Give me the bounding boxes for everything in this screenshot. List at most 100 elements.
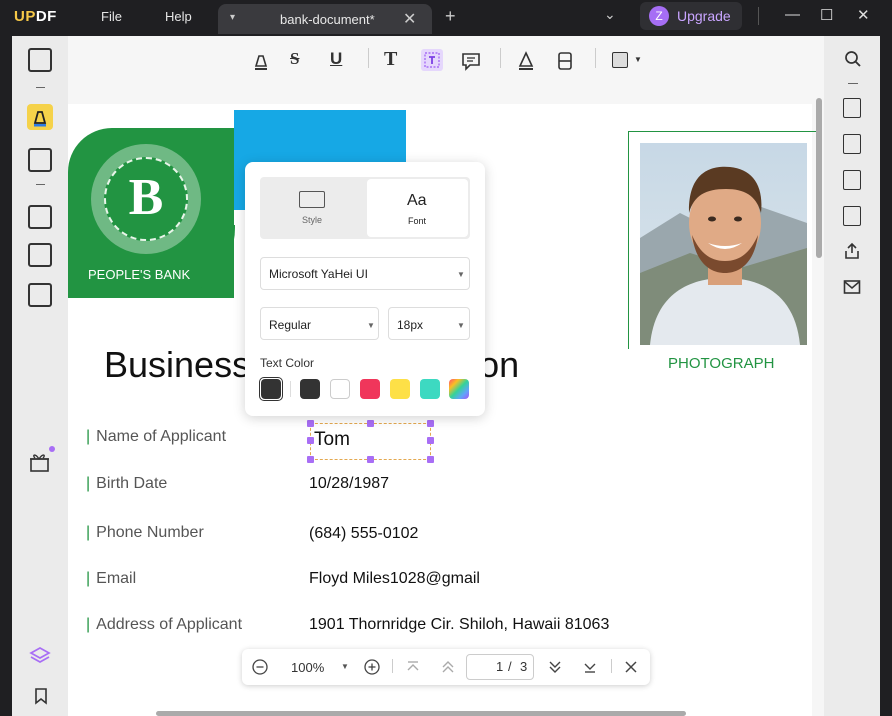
resize-handle[interactable] bbox=[427, 437, 434, 444]
app-logo[interactable]: UPDF bbox=[14, 8, 57, 25]
bookmark-icon[interactable] bbox=[34, 687, 48, 710]
underline-icon[interactable]: U bbox=[330, 49, 342, 69]
divider bbox=[36, 184, 45, 185]
crop-icon[interactable] bbox=[28, 243, 52, 267]
divider bbox=[368, 48, 369, 68]
label-email: | Email bbox=[86, 570, 137, 587]
divider bbox=[611, 659, 612, 673]
divider bbox=[758, 7, 759, 25]
gift-icon[interactable] bbox=[29, 446, 55, 478]
email-icon[interactable] bbox=[843, 279, 861, 300]
tab-style[interactable]: Style bbox=[302, 215, 322, 225]
eraser-icon[interactable] bbox=[556, 51, 574, 76]
divider bbox=[392, 659, 393, 673]
layers-icon[interactable] bbox=[28, 645, 52, 674]
new-tab-icon[interactable]: + bbox=[445, 6, 456, 27]
convert-file-icon[interactable] bbox=[843, 134, 861, 154]
value-address[interactable]: 1901 Thornridge Cir. Shiloh, Hawaii 8106… bbox=[309, 616, 609, 634]
window-close-icon[interactable]: ✕ bbox=[857, 6, 870, 24]
color-swatch-custom[interactable] bbox=[449, 379, 469, 399]
applicant-photo[interactable] bbox=[640, 143, 807, 345]
organize-pages-icon[interactable] bbox=[28, 205, 52, 229]
note-icon[interactable] bbox=[461, 51, 481, 76]
minimize-icon[interactable]: — bbox=[785, 6, 800, 23]
chevron-down-icon: ▼ bbox=[367, 321, 375, 330]
color-swatch-white[interactable] bbox=[330, 379, 350, 399]
divider bbox=[500, 48, 501, 68]
zoom-in-icon[interactable] bbox=[364, 659, 380, 680]
resize-handle[interactable] bbox=[367, 420, 374, 427]
page-separator: / bbox=[508, 659, 512, 674]
value-name-of-applicant[interactable]: Tom bbox=[314, 429, 350, 451]
tab-dropdown-icon[interactable]: ▾ bbox=[230, 12, 235, 23]
font-icon: Aa bbox=[407, 192, 427, 209]
chevron-down-icon: ▼ bbox=[457, 321, 465, 330]
zoom-dropdown-icon[interactable]: ▼ bbox=[341, 662, 349, 671]
avatar: Z bbox=[649, 6, 669, 26]
last-page-icon[interactable] bbox=[583, 660, 597, 679]
page-total: 3 bbox=[520, 659, 528, 674]
resize-handle[interactable] bbox=[427, 456, 434, 463]
pencil-icon[interactable] bbox=[517, 51, 535, 76]
color-swatch-red[interactable] bbox=[360, 379, 380, 399]
edit-pdf-icon[interactable] bbox=[28, 148, 52, 172]
textbox-icon[interactable] bbox=[421, 49, 443, 71]
font-size-value: 18px bbox=[397, 318, 424, 332]
value-birth-date[interactable]: 10/28/1987 bbox=[309, 475, 389, 493]
zoom-level[interactable]: 100% bbox=[291, 660, 324, 675]
tab-close-icon[interactable]: ✕ bbox=[403, 9, 416, 29]
style-icon[interactable] bbox=[299, 191, 325, 208]
search-icon[interactable] bbox=[844, 50, 862, 73]
font-weight-value: Regular bbox=[269, 318, 312, 332]
resize-handle[interactable] bbox=[367, 456, 374, 463]
protect-icon[interactable] bbox=[843, 206, 861, 226]
font-family-value: Microsoft YaHei UI bbox=[269, 267, 368, 281]
text-icon[interactable]: T bbox=[384, 48, 397, 71]
shape-dropdown-icon[interactable]: ▼ bbox=[634, 55, 642, 64]
form-title-left: Business bbox=[104, 344, 251, 385]
upgrade-button[interactable]: Z Upgrade bbox=[640, 2, 742, 30]
maximize-icon[interactable]: ☐ bbox=[820, 6, 833, 24]
menu-file[interactable]: File bbox=[101, 9, 122, 24]
document-tab[interactable]: ▾ bank-document* ✕ bbox=[218, 4, 432, 34]
ocr-icon[interactable] bbox=[843, 98, 861, 118]
vertical-scrollbar[interactable] bbox=[816, 98, 822, 258]
left-sidebar bbox=[12, 36, 68, 716]
horizontal-scrollbar[interactable] bbox=[156, 711, 686, 716]
tab-font-label: Font bbox=[408, 216, 427, 226]
convert-icon[interactable] bbox=[28, 283, 52, 307]
resize-handle[interactable] bbox=[307, 456, 314, 463]
first-page-icon[interactable] bbox=[406, 660, 420, 679]
highlight-icon[interactable] bbox=[252, 52, 270, 75]
color-swatch-teal[interactable] bbox=[420, 379, 440, 399]
shape-icon[interactable] bbox=[612, 52, 628, 68]
value-email[interactable]: Floyd Miles1028@gmail bbox=[309, 570, 480, 588]
text-color-label: Text Color bbox=[260, 356, 315, 370]
divider bbox=[595, 48, 596, 68]
resize-handle[interactable] bbox=[427, 420, 434, 427]
comment-highlighter-icon[interactable] bbox=[27, 104, 53, 130]
value-phone-number[interactable]: (684) 555-0102 bbox=[309, 525, 418, 543]
color-swatch-black[interactable] bbox=[300, 379, 320, 399]
strikethrough-icon[interactable]: S bbox=[290, 49, 299, 69]
photo-caption: PHOTOGRAPH bbox=[668, 355, 775, 372]
close-zoom-bar-icon[interactable] bbox=[624, 660, 638, 679]
color-swatch-current[interactable] bbox=[261, 379, 281, 399]
color-swatch-yellow[interactable] bbox=[390, 379, 410, 399]
annotation-toolbar bbox=[68, 36, 824, 102]
reader-icon[interactable] bbox=[28, 48, 52, 72]
pdfa-icon[interactable] bbox=[843, 170, 861, 190]
label-phone-number: | Phone Number bbox=[86, 524, 204, 541]
chevron-down-icon: ▼ bbox=[457, 270, 465, 279]
bank-name: PEOPLE'S BANK bbox=[88, 266, 198, 283]
resize-handle[interactable] bbox=[307, 420, 314, 427]
resize-handle[interactable] bbox=[307, 437, 314, 444]
previous-page-icon[interactable] bbox=[441, 660, 455, 679]
label-birth-date: | Birth Date bbox=[86, 475, 168, 492]
chevron-down-icon[interactable]: ⌄ bbox=[604, 6, 616, 23]
next-page-icon[interactable] bbox=[548, 660, 562, 679]
menu-help[interactable]: Help bbox=[165, 9, 192, 24]
zoom-out-icon[interactable] bbox=[252, 659, 268, 680]
share-icon[interactable] bbox=[843, 242, 861, 265]
bank-logo: B bbox=[104, 157, 188, 241]
